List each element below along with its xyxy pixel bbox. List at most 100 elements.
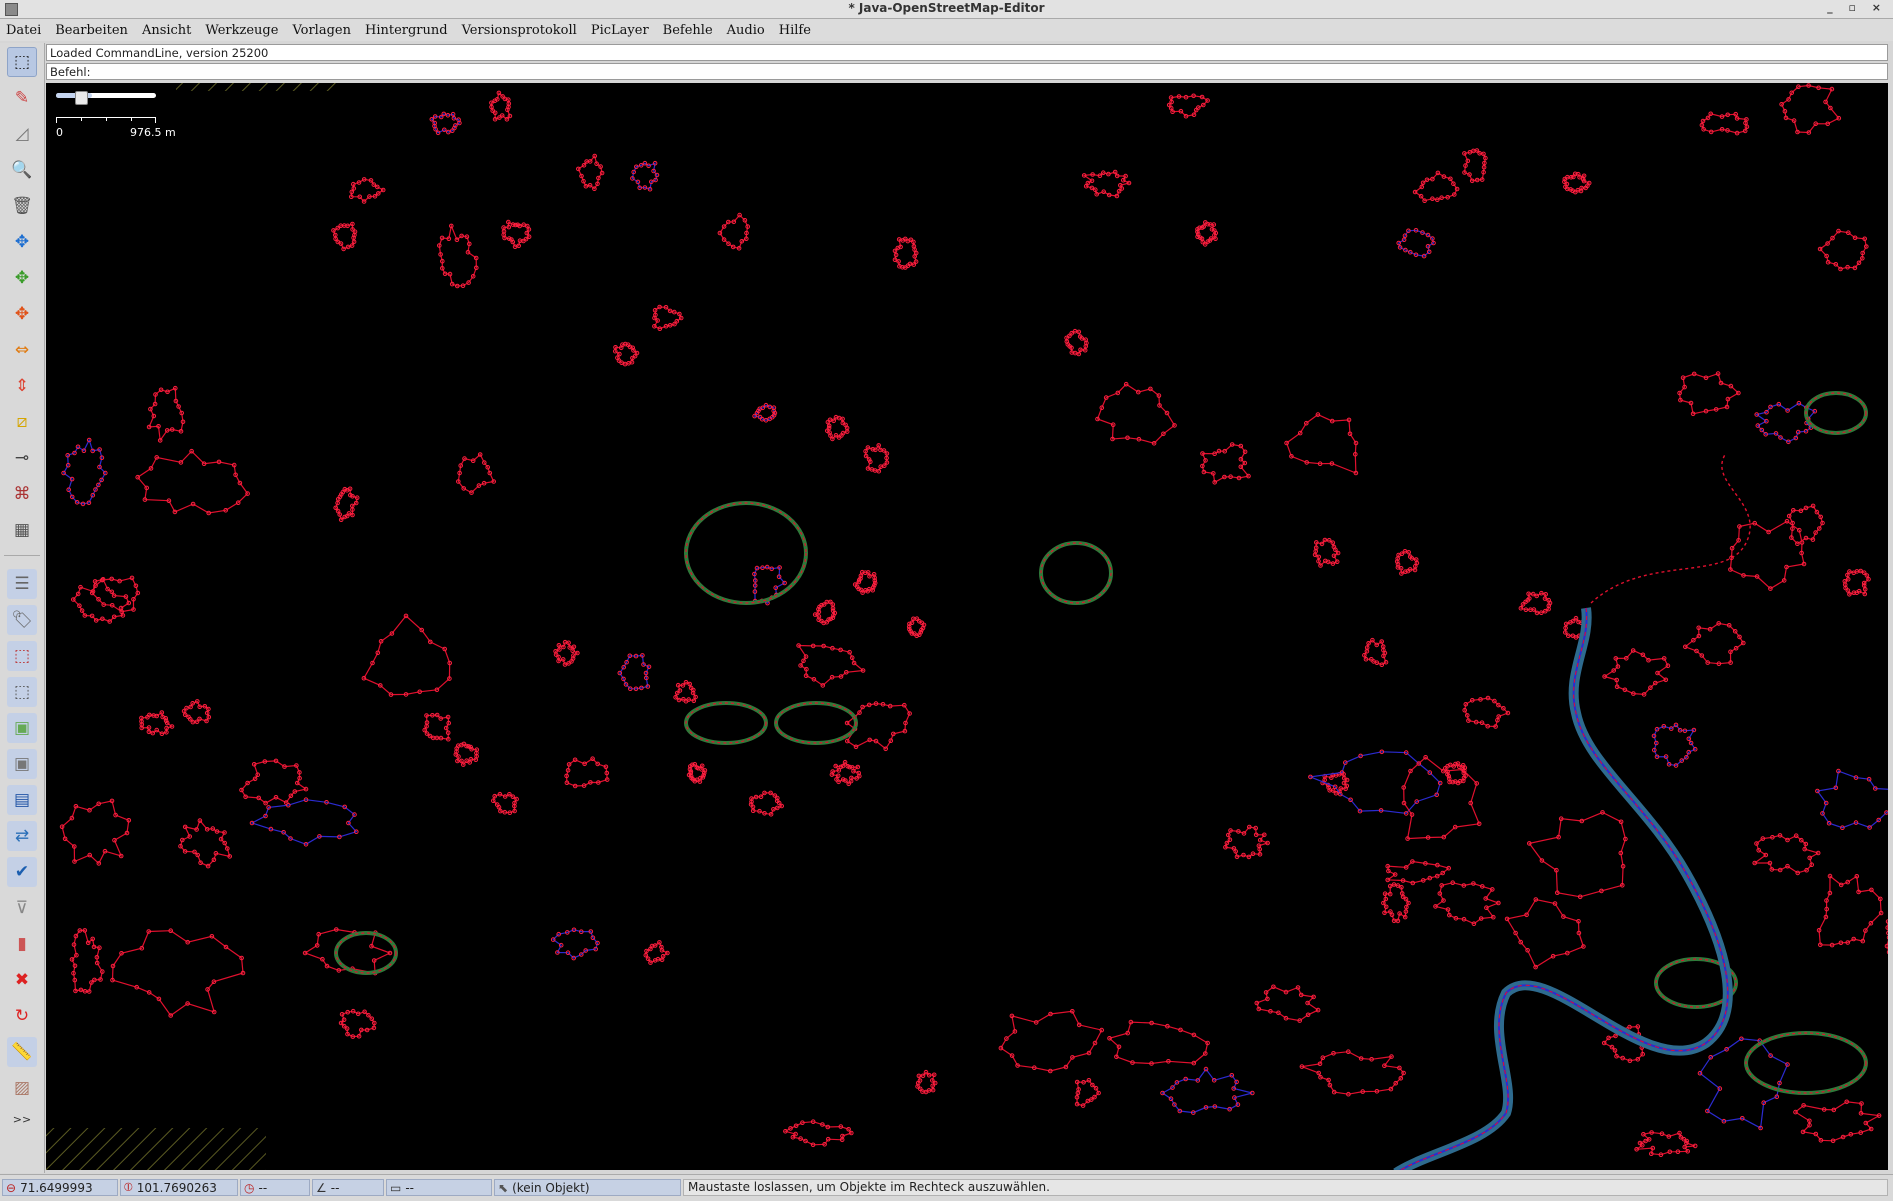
pointer-icon: ⬉: [498, 1180, 509, 1195]
menu-imagery[interactable]: Hintergrund: [358, 23, 455, 38]
conflict-icon[interactable]: ⇄: [7, 821, 37, 851]
menu-presets[interactable]: Vorlagen: [285, 23, 358, 38]
angle-icon: ∠: [316, 1180, 327, 1195]
latitude-display: ⊖ 71.6499993: [2, 1179, 118, 1196]
parallel-icon[interactable]: ⧄: [7, 407, 37, 437]
map-area-outline[interactable]: [1528, 811, 1627, 898]
map-area-outline[interactable]: [1434, 882, 1501, 925]
select-icon[interactable]: ⬚: [7, 47, 37, 77]
map-area-outline[interactable]: [1634, 1131, 1696, 1156]
map-area-outline[interactable]: [1653, 724, 1697, 767]
improve-way-icon[interactable]: ⌘: [7, 479, 37, 509]
changeset-icon[interactable]: ↻: [7, 1001, 37, 1031]
scale-icon[interactable]: ✥: [7, 299, 37, 329]
map-area-outline[interactable]: [1678, 372, 1740, 415]
map-area-outline[interactable]: [1506, 898, 1585, 968]
left-toolbar: ⬚ ✎ ◿ 🔍 🗑 ✥ ✥ ✥ ⇔ ⇕ ⧄ ⊸ ⌘ ▦ ☰ 🏷 ⬚ ⬚ ▣ ▣ …: [0, 43, 45, 1173]
rotate-icon[interactable]: ✥: [7, 263, 37, 293]
piclayer-icon[interactable]: ▨: [7, 1073, 37, 1103]
map-area-outline[interactable]: [1076, 1079, 1100, 1107]
history-icon[interactable]: ▮: [7, 929, 37, 959]
tags-icon[interactable]: 🏷: [7, 605, 37, 635]
menu-view[interactable]: Ansicht: [135, 23, 198, 38]
download-area-hatch: [176, 83, 336, 91]
compass-icon: ◷: [244, 1180, 255, 1195]
relations-icon[interactable]: ⬚: [7, 677, 37, 707]
longitude-display: ⦶ 101.7690263: [120, 1179, 238, 1196]
delete-icon[interactable]: 🗑: [7, 191, 37, 221]
imagery-icon[interactable]: ▤: [7, 785, 37, 815]
map-area-outline[interactable]: [1699, 1038, 1789, 1129]
map-canvas[interactable]: [46, 83, 1888, 1170]
heading-display: ◷ --: [240, 1179, 310, 1196]
menu-history[interactable]: Versionsprotokoll: [455, 23, 584, 38]
move-icon[interactable]: ✥: [7, 227, 37, 257]
map-area-outline[interactable]: [1096, 383, 1176, 444]
validator-icon[interactable]: ✔: [7, 857, 37, 887]
menu-bar: Datei Bearbeiten Ansicht Werkzeuge Vorla…: [0, 19, 1893, 41]
filter-icon[interactable]: ⊽: [7, 893, 37, 923]
measure-icon[interactable]: ◿: [7, 119, 37, 149]
zoom-slider[interactable]: [56, 93, 156, 98]
map-area-outline[interactable]: [1000, 1010, 1103, 1072]
command-input[interactable]: Befehl:: [46, 63, 1888, 80]
menu-help[interactable]: Hilfe: [772, 23, 818, 38]
zoom-slider-thumb[interactable]: [75, 91, 88, 105]
map-area-outline[interactable]: [179, 819, 231, 867]
selection-display: ⬉ (kein Objekt): [494, 1179, 681, 1196]
photo-icon[interactable]: ▣: [7, 749, 37, 779]
map-area-outline[interactable]: [1201, 443, 1250, 484]
map-area-outline[interactable]: [554, 641, 579, 666]
map-area-outline[interactable]: [61, 800, 130, 865]
map-area-outline[interactable]: [363, 615, 451, 696]
menu-tools[interactable]: Werkzeuge: [198, 23, 285, 38]
map-area-outline[interactable]: [136, 450, 249, 514]
map-area-outline[interactable]: [565, 757, 608, 787]
latitude-icon: ⊖: [6, 1180, 17, 1195]
map-area-outline[interactable]: [1886, 909, 1888, 957]
command-log: Loaded CommandLine, version 25200: [46, 44, 1888, 61]
scale-bar: [56, 117, 156, 126]
angle-display: ∠ --: [312, 1179, 384, 1196]
map-node[interactable]: [1886, 930, 1888, 936]
map-area-outline[interactable]: [62, 438, 107, 505]
zoom-icon[interactable]: 🔍: [7, 155, 37, 185]
scale-label-max: 976.5 m: [130, 126, 176, 139]
scale-label-min: 0: [56, 126, 63, 139]
align-vertical-icon[interactable]: ⇕: [7, 371, 37, 401]
map-view[interactable]: 0 976.5 m: [46, 83, 1888, 1170]
river-way[interactable]: [1396, 607, 1729, 1170]
river-way[interactable]: [1393, 607, 1733, 1170]
map-area-outline[interactable]: [797, 644, 865, 687]
layers-icon[interactable]: ☰: [7, 569, 37, 599]
map-area-outline[interactable]: [438, 223, 477, 287]
ruler-icon[interactable]: 📏: [7, 1037, 37, 1067]
selection-icon[interactable]: ⬚: [7, 641, 37, 671]
map-node[interactable]: [1886, 935, 1888, 940]
map-node[interactable]: [1886, 950, 1888, 955]
image-icon[interactable]: ▣: [7, 713, 37, 743]
map-area-outline[interactable]: [1403, 756, 1481, 840]
stream-way[interactable]: [1590, 452, 1751, 604]
map-area-outline[interactable]: [91, 577, 139, 613]
menu-commands[interactable]: Befehle: [656, 23, 720, 38]
menu-file[interactable]: Datei: [0, 23, 48, 38]
river-way[interactable]: [1396, 607, 1729, 1170]
status-bar: ⊖ 71.6499993 ⦶ 101.7690263 ◷ -- ∠ -- ▭ -…: [0, 1174, 1893, 1201]
align-horizontal-icon[interactable]: ⇔: [7, 335, 37, 365]
map-area-outline[interactable]: [111, 930, 244, 1017]
longitude-icon: ⦶: [124, 1180, 133, 1194]
toolbar-more-button[interactable]: >>: [0, 1113, 44, 1126]
menu-edit[interactable]: Bearbeiten: [48, 23, 135, 38]
draw-icon[interactable]: ✎: [7, 83, 37, 113]
map-area-outline[interactable]: [1108, 1021, 1209, 1065]
building-icon[interactable]: ▦: [7, 515, 37, 545]
distance-display: ▭ --: [386, 1179, 492, 1196]
extrude-icon[interactable]: ⊸: [7, 443, 37, 473]
window-title: * Java-OpenStreetMap-Editor: [848, 1, 1045, 15]
menu-audio[interactable]: Audio: [720, 23, 772, 38]
window-controls[interactable]: _ ▫ ×: [1827, 1, 1887, 14]
map-area-outline[interactable]: [350, 178, 385, 203]
close-icon[interactable]: ✖: [7, 965, 37, 995]
menu-piclayer[interactable]: PicLayer: [584, 23, 656, 38]
